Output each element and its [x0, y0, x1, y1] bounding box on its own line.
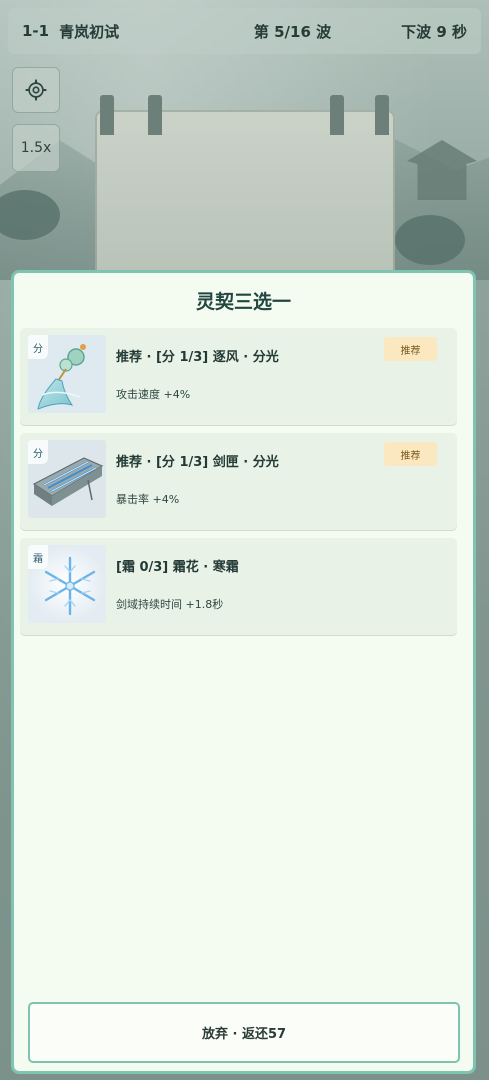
scroll-path	[95, 110, 395, 280]
choice-card-2[interactable]: 分 推荐 · [分 1/3] 剑匣 · 分光 暴击率 +4% 推荐	[20, 433, 457, 530]
recommended-badge: 推荐	[384, 337, 437, 361]
level-number: 1-1	[22, 22, 50, 40]
card-description: 暴击率 +4%	[116, 493, 180, 506]
card-name: 推荐 · [分 1/3] 剑匣 · 分光	[116, 455, 279, 470]
choice-panel: 灵契三选一 分 推荐 · [分 1/3] 逐风 · 分光 攻击速度 +4% 推荐…	[11, 270, 476, 1074]
top-status-bar: 1-1 青岚初试 第 5/16 波 下波 9 秒	[8, 8, 481, 54]
choice-card-3[interactable]: 霜 [霜 0/3] 霜花 · 寒霜 剑域持续时间 +1.8秒	[20, 538, 457, 635]
recommended-badge: 推荐	[384, 442, 437, 466]
choice-card-1[interactable]: 分 推荐 · [分 1/3] 逐风 · 分光 攻击速度 +4% 推荐	[20, 328, 457, 425]
card-tag: 分	[28, 440, 48, 464]
tower	[148, 95, 162, 135]
card-description: 攻击速度 +4%	[116, 388, 191, 401]
card-tag: 分	[28, 335, 48, 359]
gear-icon	[25, 79, 47, 101]
wave-counter: 第 5/16 波	[253, 22, 332, 41]
card-name: [霜 0/3] 霜花 · 寒霜	[116, 560, 239, 575]
next-wave-timer: 下波 9 秒	[401, 22, 467, 41]
card-thumbnail: 霜	[28, 545, 106, 623]
speed-button[interactable]: 1.5x	[12, 124, 60, 172]
pine-tree	[395, 215, 465, 265]
card-thumbnail: 分	[28, 335, 106, 413]
card-thumbnail: 分	[28, 440, 106, 518]
tower-left	[100, 95, 114, 135]
card-name: 推荐 · [分 1/3] 逐风 · 分光	[116, 350, 279, 365]
speed-label: 1.5x	[20, 140, 52, 156]
abandon-button[interactable]: 放弃 · 返还57	[28, 1002, 460, 1063]
pavilion	[407, 140, 477, 200]
tower-right	[375, 95, 389, 135]
settings-button[interactable]	[12, 67, 60, 113]
tower	[330, 95, 344, 135]
card-tag: 霜	[28, 545, 48, 569]
card-description: 剑域持续时间 +1.8秒	[116, 598, 224, 611]
panel-title: 灵契三选一	[195, 291, 291, 313]
stage-name: 青岚初试	[59, 22, 120, 41]
